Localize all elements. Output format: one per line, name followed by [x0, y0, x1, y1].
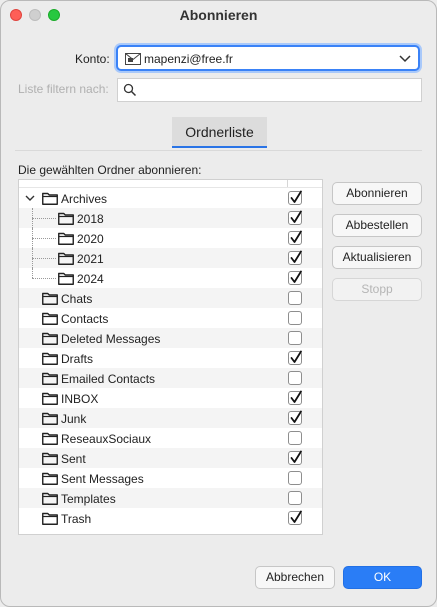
folder-icon	[58, 252, 74, 265]
folder-icon	[42, 392, 58, 405]
folder-icon	[42, 472, 58, 485]
folder-icon	[42, 492, 58, 505]
search-icon	[123, 83, 137, 97]
folder-icon	[42, 432, 58, 445]
subscribe-checkbox[interactable]	[288, 431, 302, 445]
tab-folder-list[interactable]: Ordnerliste	[172, 117, 267, 148]
filter-input[interactable]	[142, 81, 416, 101]
folder-name: Emailed Contacts	[61, 372, 156, 386]
filter-field[interactable]	[117, 78, 422, 102]
folder-icon	[42, 412, 58, 425]
tree-line-horizontal	[32, 258, 56, 260]
folder-name: Deleted Messages	[61, 332, 161, 346]
folder-row[interactable]: Deleted Messages	[19, 328, 322, 348]
folder-row[interactable]: Sent Messages	[19, 468, 322, 488]
folder-name: 2020	[77, 232, 104, 246]
account-mail-icon	[125, 53, 141, 65]
account-select-value: mapenzi@free.fr	[144, 52, 233, 66]
folder-icon	[42, 292, 58, 305]
cancel-button[interactable]: Abbrechen	[255, 566, 335, 589]
folder-name: ReseauxSociaux	[61, 432, 152, 446]
subscribe-checkbox[interactable]	[288, 450, 302, 465]
folder-name: 2018	[77, 212, 104, 226]
filter-label: Liste filtern nach:	[18, 82, 109, 96]
folder-rows: Archives 2018 2020 2021 2024 Chats Contacts Del…	[19, 188, 322, 528]
subscribe-checkbox[interactable]	[288, 371, 302, 385]
folder-row[interactable]: Chats	[19, 288, 322, 308]
stop-button[interactable]: Stopp	[332, 278, 422, 301]
folder-name: 2024	[77, 272, 104, 286]
folder-row[interactable]: Templates	[19, 488, 322, 508]
subscribe-checkbox[interactable]	[288, 190, 302, 205]
subscribe-checkbox[interactable]	[288, 390, 302, 405]
folder-row[interactable]: Contacts	[19, 308, 322, 328]
disclosure-chevron-down-icon[interactable]	[24, 192, 36, 204]
folder-name: Trash	[61, 512, 92, 526]
folder-icon	[42, 332, 58, 345]
folder-name: Drafts	[61, 352, 94, 366]
folder-row[interactable]: Sent	[19, 448, 322, 468]
subscribe-checkbox[interactable]	[288, 510, 302, 525]
subscribe-checkbox[interactable]	[288, 291, 302, 305]
subscribe-button[interactable]: Abonnieren	[332, 182, 422, 205]
folder-list-title: Die gewählten Ordner abonnieren:	[18, 163, 202, 177]
subscribe-checkbox[interactable]	[288, 270, 302, 285]
folder-icon	[42, 372, 58, 385]
folder-name: Templates	[61, 492, 116, 506]
subscribe-checkbox[interactable]	[288, 410, 302, 425]
subscribe-checkbox[interactable]	[288, 491, 302, 505]
tree-line-vertical	[32, 268, 34, 278]
subscribe-checkbox[interactable]	[288, 230, 302, 245]
folder-row[interactable]: Drafts	[19, 348, 322, 368]
folder-row[interactable]: Archives	[19, 188, 322, 208]
folder-name: Chats	[61, 292, 93, 306]
folder-name: Sent Messages	[61, 472, 144, 486]
folder-row[interactable]: Trash	[19, 508, 322, 528]
tab-divider	[15, 150, 422, 151]
folder-row-sub[interactable]: 2021	[19, 248, 322, 268]
folder-name: Contacts	[61, 312, 109, 326]
folder-row[interactable]: INBOX	[19, 388, 322, 408]
tree-line-horizontal	[32, 218, 56, 220]
tree-line-horizontal	[32, 278, 56, 280]
folder-icon	[58, 212, 74, 225]
folder-row[interactable]: Junk	[19, 408, 322, 428]
account-label: Konto:	[75, 52, 110, 66]
folder-row-sub[interactable]: 2024	[19, 268, 322, 288]
folder-icon	[58, 232, 74, 245]
title-bar: Abonnieren	[1, 1, 436, 29]
subscribe-dialog: Abonnieren Konto: mapenzi@free.fr Liste …	[0, 0, 437, 607]
subscribe-checkbox[interactable]	[288, 250, 302, 265]
subscribe-checkbox[interactable]	[288, 350, 302, 365]
folder-name: Archives	[61, 192, 108, 206]
folder-icon	[42, 192, 58, 205]
folder-name: Sent	[61, 452, 86, 466]
account-select[interactable]: mapenzi@free.fr	[116, 45, 420, 71]
folder-icon	[42, 312, 58, 325]
column-divider	[287, 180, 288, 187]
list-header	[19, 180, 322, 188]
folder-name: Junk	[61, 412, 87, 426]
folder-icon	[42, 452, 58, 465]
folder-name: INBOX	[61, 392, 99, 406]
tree-line-horizontal	[32, 238, 56, 240]
subscribe-checkbox[interactable]	[288, 311, 302, 325]
folder-row[interactable]: Emailed Contacts	[19, 368, 322, 388]
unsubscribe-button[interactable]: Abbestellen	[332, 214, 422, 237]
folder-name: 2021	[77, 252, 104, 266]
refresh-button[interactable]: Aktualisieren	[332, 246, 422, 269]
ok-button[interactable]: OK	[343, 566, 422, 589]
chevron-down-icon	[399, 55, 411, 63]
folder-icon	[42, 512, 58, 525]
folder-row-sub[interactable]: 2018	[19, 208, 322, 228]
folder-list[interactable]: Archives 2018 2020 2021 2024 Chats Contacts Del…	[18, 179, 323, 535]
folder-row-sub[interactable]: 2020	[19, 228, 322, 248]
subscribe-checkbox[interactable]	[288, 210, 302, 225]
folder-row[interactable]: ReseauxSociaux	[19, 428, 322, 448]
window-title: Abonnieren	[179, 7, 258, 23]
subscribe-checkbox[interactable]	[288, 471, 302, 485]
folder-icon	[58, 272, 74, 285]
folder-icon	[42, 352, 58, 365]
subscribe-checkbox[interactable]	[288, 331, 302, 345]
